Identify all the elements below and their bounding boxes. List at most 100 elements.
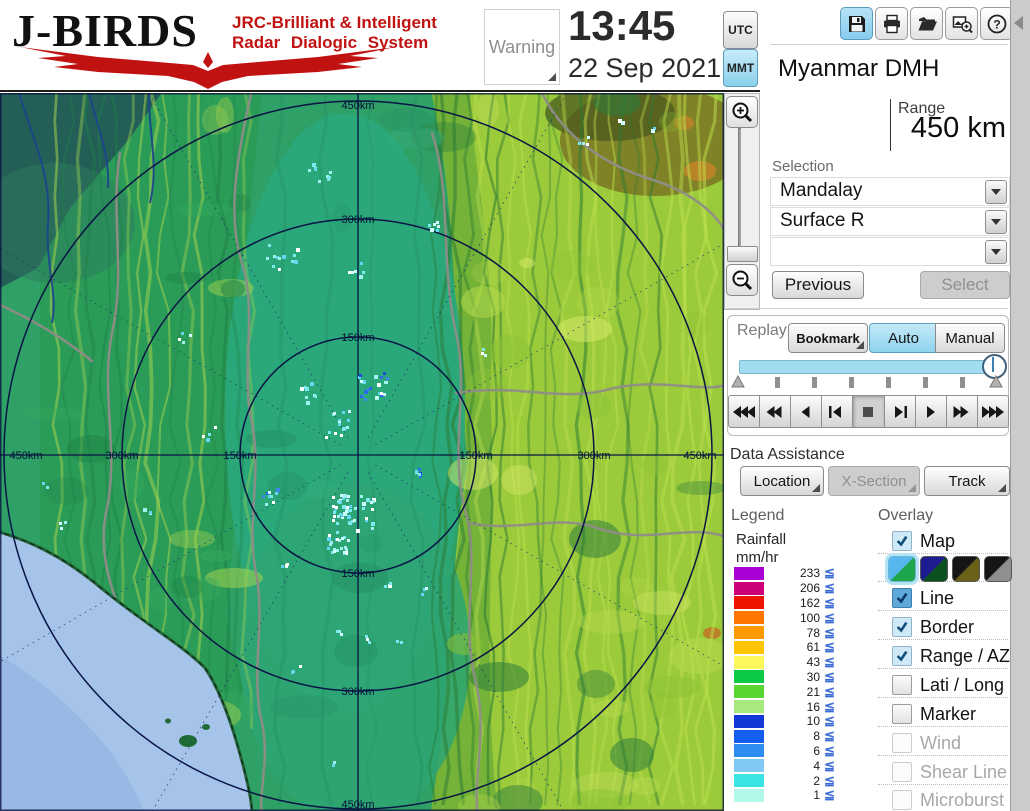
- legend-color-swatch: [734, 611, 764, 625]
- legend-row: 1 ≦: [734, 787, 846, 803]
- checkbox-unchecked[interactable]: [892, 790, 912, 810]
- option-dropdown[interactable]: [770, 237, 1010, 266]
- overlay-item-lati-long[interactable]: Lati / Long: [892, 673, 1010, 697]
- range-ring-label: 450km: [341, 100, 374, 112]
- location-button-label: Location: [753, 472, 811, 490]
- track-button[interactable]: Track: [924, 466, 1010, 496]
- legend-row: 2 ≦: [734, 773, 846, 788]
- step-forward-button[interactable]: [883, 395, 916, 428]
- legend-row: 4 ≦: [734, 758, 846, 773]
- print-button[interactable]: [875, 7, 908, 40]
- capture-image-button[interactable]: [945, 7, 978, 40]
- product-dropdown[interactable]: Surface R: [770, 207, 1010, 236]
- product-dropdown-arrow-button[interactable]: [985, 210, 1007, 234]
- overlay-item-marker[interactable]: Marker: [892, 702, 1010, 726]
- check-icon: [896, 650, 908, 662]
- legend-lte-symbol: ≦: [824, 595, 835, 610]
- radar-map-canvas: 150km 150km 150km 150km 300km 300km 300km 300km…: [0, 93, 724, 811]
- legend-value: 206: [799, 581, 820, 596]
- x-section-button[interactable]: X-Section: [828, 466, 920, 496]
- warning-button-label: Warning: [488, 36, 556, 57]
- reverse-play-button[interactable]: [790, 395, 823, 428]
- legend-color-swatch: [734, 759, 764, 773]
- svg-text:?: ?: [993, 17, 1000, 31]
- chevron-down-icon: [991, 249, 1001, 255]
- overlay-item-line[interactable]: Line: [892, 586, 1010, 610]
- chevron-down-icon: [991, 189, 1001, 195]
- zoom-in-icon: [732, 102, 753, 123]
- overlay-item-wind[interactable]: Wind: [892, 731, 1010, 755]
- replay-manual-button[interactable]: Manual: [935, 323, 1005, 353]
- range-value: 450 km: [910, 112, 1006, 144]
- checkbox-unchecked[interactable]: [892, 762, 912, 782]
- utc-timezone-button[interactable]: UTC: [723, 11, 758, 49]
- checkbox-checked[interactable]: [892, 588, 912, 608]
- zoom-out-button[interactable]: [726, 264, 758, 296]
- timeline-start-marker[interactable]: [731, 375, 745, 388]
- checkbox-unchecked[interactable]: [892, 733, 912, 753]
- legend-row: 8 ≦: [734, 728, 846, 744]
- map-style-swatch-4[interactable]: [984, 556, 1012, 582]
- playback-toolbar: [728, 395, 1009, 428]
- open-file-button[interactable]: [910, 7, 943, 40]
- site-dropdown-arrow-button[interactable]: [985, 180, 1007, 204]
- checkbox-unchecked[interactable]: [892, 675, 912, 695]
- stop-button[interactable]: [852, 395, 885, 428]
- previous-button-label: Previous: [784, 275, 852, 294]
- radar-map-view[interactable]: 150km 150km 150km 150km 300km 300km 300km 300km…: [0, 93, 724, 811]
- checkbox-unchecked[interactable]: [892, 704, 912, 724]
- save-button[interactable]: [840, 7, 873, 40]
- zoom-slider-handle[interactable]: [727, 246, 758, 262]
- checkbox-checked[interactable]: [892, 646, 912, 666]
- legend-row: 10 ≦: [734, 713, 846, 729]
- range-ring-label: 300km: [105, 450, 138, 462]
- option-dropdown-arrow-button[interactable]: [985, 240, 1007, 264]
- overlay-item-range-az[interactable]: Range / AZ: [892, 644, 1010, 668]
- play-button[interactable]: [914, 395, 947, 428]
- legend-value: 100: [799, 610, 820, 625]
- range-ring-label: 150km: [223, 450, 256, 462]
- location-button[interactable]: Location: [740, 466, 824, 496]
- checkbox-checked[interactable]: [892, 531, 912, 551]
- range-ring-label: 450km: [341, 799, 374, 811]
- panel-collapse-strip[interactable]: [1010, 0, 1030, 811]
- legend-value: 16: [806, 699, 820, 714]
- overlay-item-map[interactable]: Map: [892, 529, 1010, 553]
- fast-forward-button[interactable]: [945, 395, 978, 428]
- dotted-separator: [878, 784, 1008, 785]
- replay-timeline-slider[interactable]: [739, 360, 998, 374]
- help-button[interactable]: ?: [980, 7, 1013, 40]
- zoom-in-button[interactable]: [726, 96, 758, 128]
- map-style-swatch-2[interactable]: [920, 556, 948, 582]
- jump-to-start-button[interactable]: [728, 395, 761, 428]
- warning-button[interactable]: Warning: [484, 9, 560, 85]
- checkbox-checked[interactable]: [892, 617, 912, 637]
- jump-to-end-button[interactable]: [976, 395, 1009, 428]
- legend-color-swatch: [734, 640, 764, 654]
- overlay-item-border[interactable]: Border: [892, 615, 1010, 639]
- zoom-slider-track[interactable]: [738, 128, 741, 246]
- legend-row: 16 ≦: [734, 699, 846, 714]
- previous-button[interactable]: Previous: [772, 271, 864, 299]
- map-style-swatch-3[interactable]: [952, 556, 980, 582]
- map-style-swatch-1[interactable]: [888, 556, 916, 582]
- overlay-item-label: Line: [920, 587, 955, 608]
- zoom-out-icon: [732, 270, 753, 291]
- fast-rewind-button[interactable]: [759, 395, 792, 428]
- select-button-label: Select: [941, 275, 989, 294]
- overlay-item-shear-line[interactable]: Shear Line: [892, 760, 1010, 784]
- timeline-end-marker[interactable]: [989, 375, 1003, 388]
- legend-color-swatch: [734, 596, 764, 610]
- replay-auto-button[interactable]: Auto: [869, 323, 938, 353]
- select-button[interactable]: Select: [920, 271, 1010, 299]
- legend-value: 61: [806, 640, 820, 655]
- overlay-item-microburst[interactable]: Microburst: [892, 788, 1010, 811]
- timeline-tick: [923, 377, 928, 388]
- bookmark-button[interactable]: Bookmark: [788, 323, 868, 353]
- island: [179, 735, 197, 747]
- mmt-timezone-button[interactable]: MMT: [723, 49, 758, 87]
- site-dropdown[interactable]: Mandalay: [770, 177, 1010, 206]
- replay-label: Replay: [737, 322, 787, 339]
- step-back-button[interactable]: [821, 395, 854, 428]
- legend-color-swatch: [734, 655, 764, 669]
